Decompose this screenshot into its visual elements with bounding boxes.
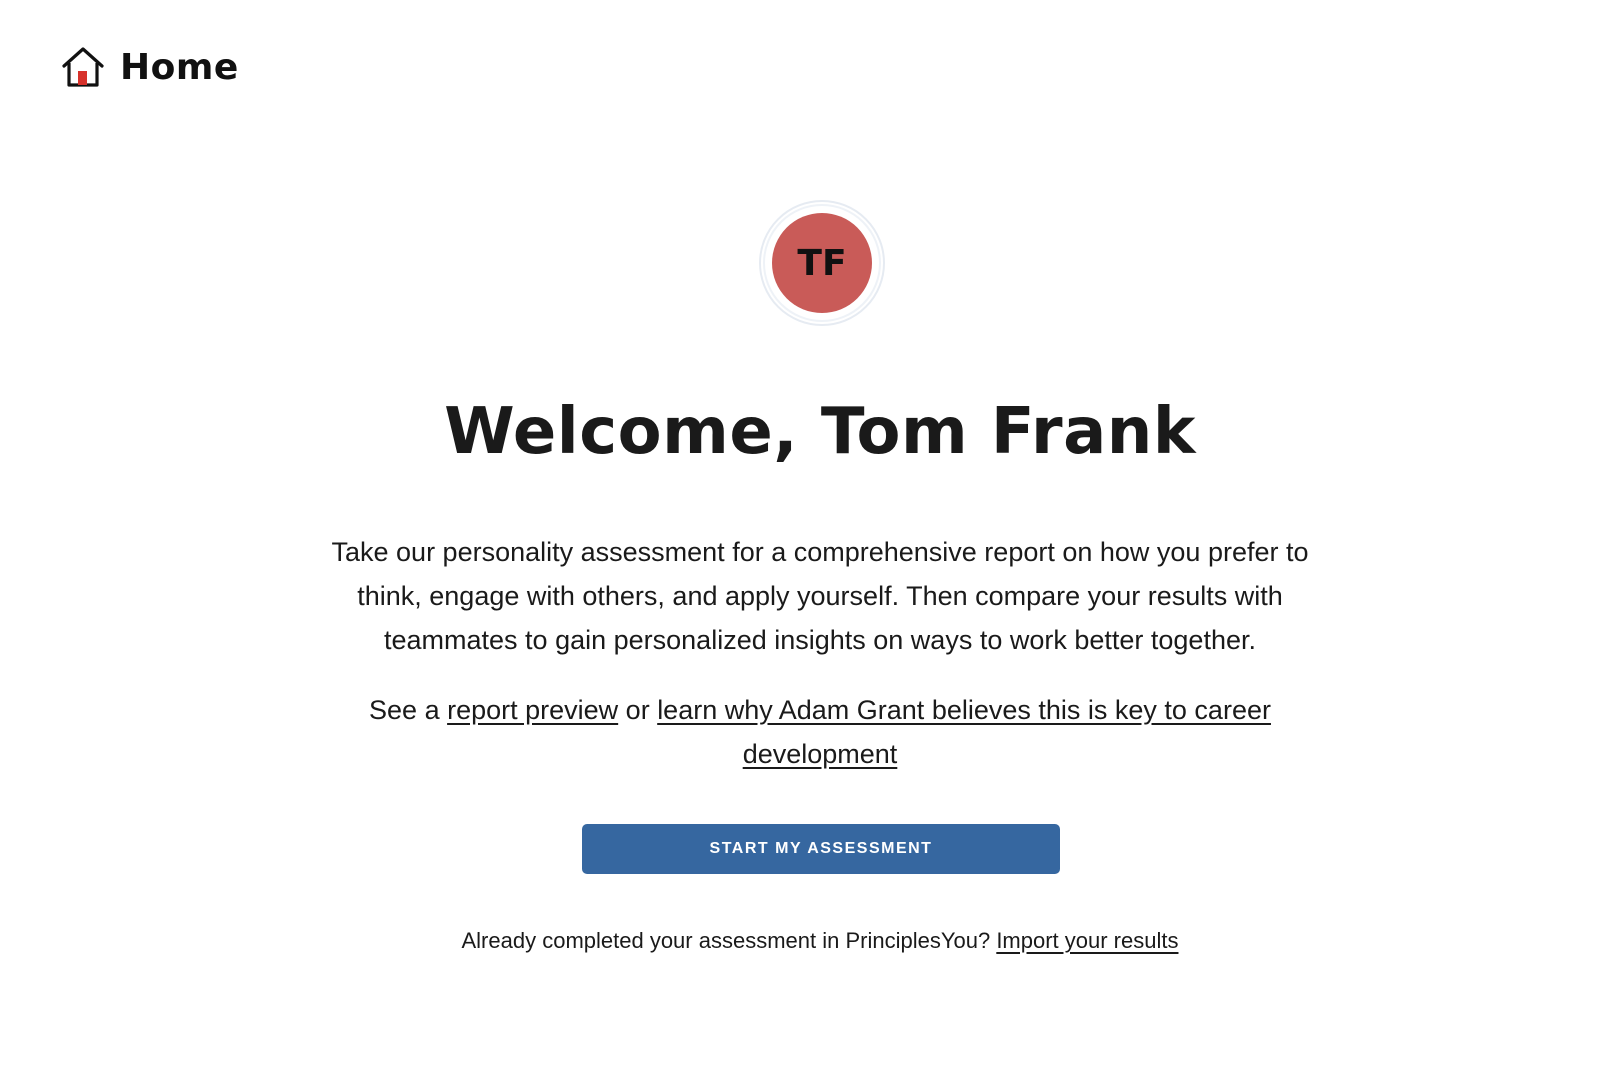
welcome-heading: Welcome, Tom Frank xyxy=(444,395,1196,469)
report-preview-link[interactable]: report preview xyxy=(447,695,618,725)
page-title[interactable]: Home xyxy=(120,47,239,88)
import-results-link[interactable]: Import your results xyxy=(996,928,1178,953)
intro-text: Take our personality assessment for a co… xyxy=(331,537,1309,655)
page-header: Home xyxy=(60,44,239,90)
import-prompt: Already completed your assessment in Pri… xyxy=(0,928,1617,954)
adam-grant-link[interactable]: learn why Adam Grant believes this is ke… xyxy=(657,695,1271,769)
links-connector: or xyxy=(618,695,658,725)
avatar: TF xyxy=(772,213,872,313)
preview-links: See a report preview or learn why Adam G… xyxy=(330,688,1310,776)
import-prefix: Already completed your assessment in Pri… xyxy=(461,928,997,953)
home-icon[interactable] xyxy=(60,44,106,90)
links-prefix: See a xyxy=(369,695,448,725)
avatar-container: TF xyxy=(758,199,886,327)
start-assessment-button[interactable]: START MY ASSESSMENT xyxy=(582,824,1060,874)
